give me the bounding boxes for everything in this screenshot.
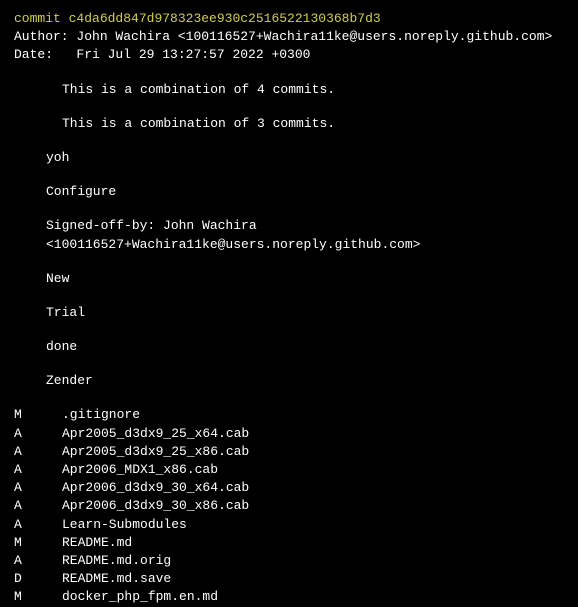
file-name: docker_php_fpm.en.md [62, 588, 564, 606]
file-status: M [14, 534, 62, 552]
author-line: Author: John Wachira <100116527+Wachira1… [14, 28, 564, 46]
commit-msg-combo3: This is a combination of 3 commits. [14, 115, 564, 133]
commit-msg-combo4: This is a combination of 4 commits. [14, 81, 564, 99]
author-value: John Wachira <100116527+Wachira11ke@user… [76, 29, 552, 44]
file-row: AApr2005_d3dx9_25_x86.cab [14, 443, 564, 461]
date-value: Fri Jul 29 13:27:57 2022 +0300 [76, 47, 310, 62]
file-name: Apr2005_d3dx9_25_x86.cab [62, 443, 564, 461]
commit-msg-trial: Trial [14, 304, 564, 322]
date-line: Date: Fri Jul 29 13:27:57 2022 +0300 [14, 46, 564, 64]
file-name: Apr2006_d3dx9_30_x86.cab [62, 497, 564, 515]
file-row: MREADME.md [14, 534, 564, 552]
commit-msg-zender: Zender [14, 372, 564, 390]
file-row: ALearn-Submodules [14, 516, 564, 534]
file-row: AApr2005_d3dx9_25_x64.cab [14, 425, 564, 443]
file-name: Learn-Submodules [62, 516, 564, 534]
commit-msg-configure: Configure [14, 183, 564, 201]
file-row: AREADME.md.orig [14, 552, 564, 570]
file-status: D [14, 570, 62, 588]
file-status: A [14, 497, 62, 515]
file-row: AApr2006_d3dx9_30_x64.cab [14, 479, 564, 497]
file-status: A [14, 479, 62, 497]
file-row: DREADME.md.save [14, 570, 564, 588]
file-status: A [14, 425, 62, 443]
file-row: M.gitignore [14, 406, 564, 424]
commit-msg-signed: Signed-off-by: John Wachira <100116527+W… [14, 217, 564, 253]
file-row: Mdocker_php_fpm.en.md [14, 588, 564, 606]
file-row: AApr2006_MDX1_x86.cab [14, 461, 564, 479]
file-status: A [14, 461, 62, 479]
file-status: M [14, 406, 62, 424]
commit-msg-done: done [14, 338, 564, 356]
file-name: .gitignore [62, 406, 564, 424]
commit-msg-new: New [14, 270, 564, 288]
commit-msg-yoh: yoh [14, 149, 564, 167]
file-name: Apr2005_d3dx9_25_x64.cab [62, 425, 564, 443]
date-label: Date: [14, 47, 53, 62]
file-name: README.md.save [62, 570, 564, 588]
file-list: M.gitignoreAApr2005_d3dx9_25_x64.cabAApr… [14, 406, 564, 606]
file-row: AApr2006_d3dx9_30_x86.cab [14, 497, 564, 515]
file-status: A [14, 516, 62, 534]
commit-label: commit [14, 11, 61, 26]
author-label: Author: [14, 29, 69, 44]
file-status: M [14, 588, 62, 606]
file-name: README.md [62, 534, 564, 552]
commit-line: commit c4da6dd847d978323ee930c2516522130… [14, 10, 564, 28]
file-name: README.md.orig [62, 552, 564, 570]
file-name: Apr2006_d3dx9_30_x64.cab [62, 479, 564, 497]
file-status: A [14, 443, 62, 461]
file-status: A [14, 552, 62, 570]
file-name: Apr2006_MDX1_x86.cab [62, 461, 564, 479]
commit-hash: c4da6dd847d978323ee930c2516522130368b7d3 [69, 11, 381, 26]
